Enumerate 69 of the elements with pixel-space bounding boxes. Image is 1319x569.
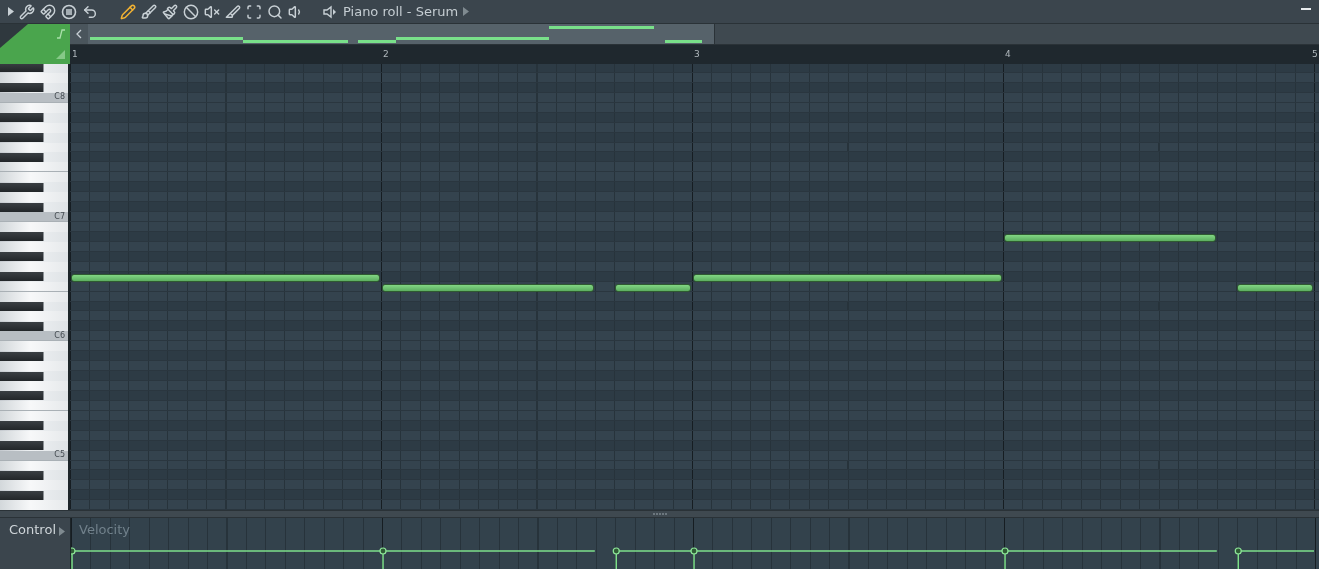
octave-label: C8 (54, 93, 65, 102)
velocity-bar[interactable] (690, 547, 1004, 569)
sharp-key[interactable] (0, 272, 44, 282)
sharp-key[interactable] (0, 351, 44, 361)
scroll-left-button[interactable] (70, 24, 88, 44)
velocity-bar[interactable] (379, 547, 596, 569)
delete-icon[interactable] (183, 3, 199, 20)
sharp-key[interactable] (0, 182, 44, 192)
pattern-tab[interactable] (0, 24, 70, 64)
natural-key[interactable]: C8 (0, 92, 68, 103)
pencil-icon[interactable] (120, 3, 136, 20)
velocity-panel[interactable]: Velocity (70, 518, 1319, 569)
ramp-icon (56, 49, 65, 59)
note[interactable] (1237, 284, 1313, 292)
bar-number: 4 (1005, 49, 1011, 59)
sharp-key[interactable] (0, 441, 44, 451)
velocity-bar[interactable] (1234, 547, 1315, 569)
velocity-bar[interactable] (71, 547, 382, 569)
sharp-key[interactable] (0, 64, 44, 73)
bar-number: 2 (383, 49, 389, 59)
note[interactable] (615, 284, 691, 292)
chevron-left-icon (76, 29, 82, 39)
select-icon[interactable] (246, 3, 262, 20)
note[interactable] (1004, 234, 1216, 242)
wrench-icon[interactable] (19, 3, 35, 20)
note[interactable] (71, 274, 380, 282)
timeline-ruler[interactable]: 1 2 3 4 5 (70, 45, 1319, 64)
sharp-key[interactable] (0, 321, 44, 331)
octave-label: C7 (54, 212, 65, 221)
paintbrush-icon[interactable] (162, 3, 178, 20)
bar-number: 1 (72, 49, 78, 59)
velocity-bar[interactable] (612, 547, 693, 569)
sharp-key[interactable] (0, 133, 44, 143)
sharp-key[interactable] (0, 252, 44, 262)
octave-label: C6 (54, 331, 65, 340)
arrow-icon[interactable] (8, 7, 14, 16)
undo-icon[interactable] (82, 3, 98, 20)
octave-label: C5 (54, 451, 65, 460)
sharp-key[interactable] (0, 391, 44, 401)
knife-icon[interactable] (225, 3, 241, 20)
sharp-key[interactable] (0, 301, 44, 311)
sharp-key[interactable] (0, 371, 44, 381)
arrow-icon[interactable] (463, 7, 470, 16)
magnet-icon[interactable] (40, 3, 56, 20)
sharp-key[interactable] (0, 470, 44, 480)
sharp-key[interactable] (0, 152, 44, 162)
natural-key[interactable]: C7 (0, 212, 68, 222)
control-label[interactable]: Control (9, 522, 56, 537)
velocity-bar[interactable] (1001, 547, 1218, 569)
sharp-key[interactable] (0, 83, 44, 93)
brush-icon[interactable] (141, 3, 157, 20)
sharp-key[interactable] (0, 113, 44, 123)
mute-icon[interactable] (204, 3, 220, 20)
arrow-icon[interactable] (59, 527, 65, 536)
natural-key[interactable]: C6 (0, 331, 68, 342)
window-title: Piano roll - Serum (343, 4, 459, 19)
bar-number: 5 (1312, 49, 1318, 59)
sharp-key[interactable] (0, 232, 44, 242)
sharp-key[interactable] (0, 421, 44, 431)
parameter-label: Velocity (79, 522, 130, 537)
speaker-icon[interactable] (322, 3, 338, 20)
sharp-key[interactable] (0, 490, 44, 500)
bar-number: 3 (694, 49, 700, 59)
sharp-key[interactable] (0, 202, 44, 212)
step-icon (57, 29, 65, 40)
natural-key[interactable]: C5 (0, 450, 68, 461)
zoom-icon[interactable] (267, 3, 283, 20)
note[interactable] (382, 284, 594, 292)
note[interactable] (693, 274, 1002, 282)
